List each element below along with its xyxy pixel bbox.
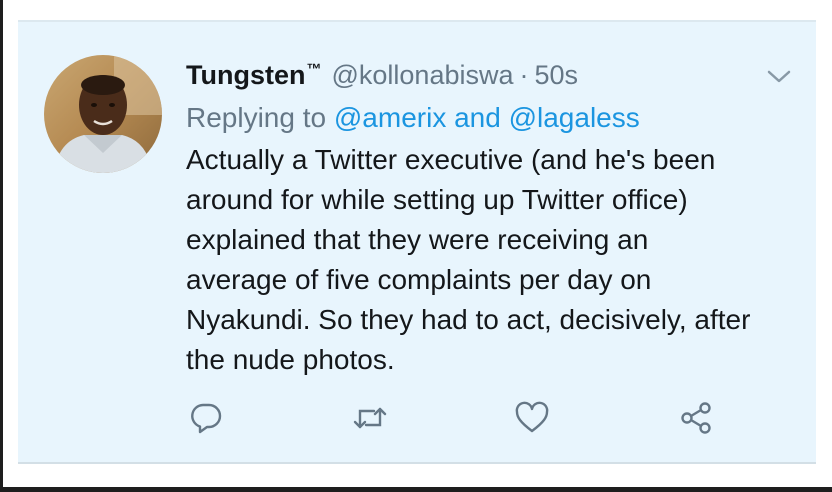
tweet-card[interactable]: Tungsten™ @kollonabiswa · 50s Replying to @… — [18, 20, 816, 464]
replying-to-line: Replying to @amerix and @lagaless — [186, 98, 640, 138]
reply-button[interactable] — [188, 402, 224, 438]
replying-prefix: Replying to — [186, 102, 327, 133]
trademark-symbol: ™ — [306, 61, 322, 78]
tweet-text-line: average of five complaints per day on — [186, 264, 652, 295]
retweet-button[interactable] — [352, 402, 388, 438]
reply-mention-lagaless[interactable]: @lagaless — [509, 102, 640, 133]
chevron-down-icon[interactable] — [766, 66, 792, 86]
avatar[interactable] — [44, 55, 162, 173]
bottom-frame-border — [0, 487, 832, 492]
tweet-text-line: the nude photos. — [186, 344, 395, 375]
tweet-text: Actually a Twitter executive (and he's b… — [186, 140, 806, 380]
tweet-header: Tungsten™ @kollonabiswa · 50s — [186, 50, 578, 90]
reply-mention-amerix[interactable]: @amerix — [334, 102, 446, 133]
heart-icon — [514, 401, 550, 440]
user-handle[interactable]: @kollonabiswa — [331, 60, 513, 90]
retweet-icon — [352, 401, 388, 440]
like-button[interactable] — [514, 401, 550, 440]
reply-conjunction: and — [454, 102, 501, 133]
share-button[interactable] — [678, 400, 714, 441]
display-name[interactable]: Tungsten — [186, 60, 305, 90]
tweet-text-line: Actually a Twitter executive (and he's b… — [186, 144, 716, 175]
reply-icon — [189, 401, 223, 440]
left-frame-border — [0, 0, 3, 492]
separator-dot: · — [519, 60, 529, 90]
share-icon — [678, 400, 714, 441]
tweet-text-line: explained that they were receiving an — [186, 224, 649, 255]
tweet-text-line: Nyakundi. So they had to act, decisively… — [186, 304, 751, 335]
tweet-text-line: around for while setting up Twitter offi… — [186, 184, 688, 215]
timestamp[interactable]: 50s — [534, 60, 578, 90]
